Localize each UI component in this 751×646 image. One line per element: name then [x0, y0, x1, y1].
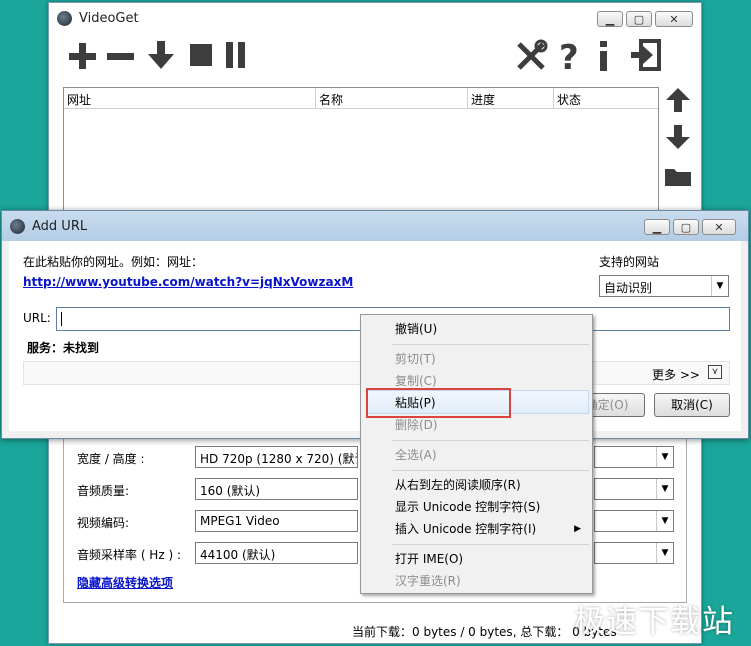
- video-codec-select[interactable]: MPEG1 Video: [195, 510, 358, 532]
- minimize-button[interactable]: ▁: [597, 11, 623, 27]
- dialog-app-icon: [10, 219, 25, 234]
- watermark: 极速下载站: [574, 604, 734, 640]
- column-header-progress[interactable]: 进度: [468, 88, 554, 109]
- exit-icon[interactable]: [629, 39, 663, 73]
- chevron-down-icon: ▼: [656, 447, 673, 467]
- move-up-icon[interactable]: [665, 87, 691, 113]
- window-title: VideoGet: [79, 11, 139, 26]
- menu-item-rtl-reading[interactable]: 从右到左的阅读顺序(R): [364, 474, 589, 496]
- menu-item-open-ime[interactable]: 打开 IME(O): [364, 548, 589, 570]
- expand-icon[interactable]: ⋎: [708, 365, 722, 379]
- audio-quality-label: 音频质量:: [77, 484, 130, 498]
- hide-advanced-link[interactable]: 隐藏高级转换选项: [77, 574, 173, 591]
- minimize-icon: ▁: [605, 12, 615, 26]
- maximize-button[interactable]: ▢: [626, 11, 652, 27]
- dialog-close-button[interactable]: ✕: [702, 219, 736, 235]
- menu-item-reconvert[interactable]: 汉字重选(R): [364, 570, 589, 592]
- info-icon[interactable]: [597, 39, 611, 73]
- menu-item-select-all[interactable]: 全选(A): [364, 444, 589, 466]
- menu-item-insert-unicode-label: 插入 Unicode 控制字符(I): [395, 522, 537, 536]
- menu-separator: [392, 440, 589, 441]
- menu-separator: [392, 344, 589, 345]
- close-icon: ✕: [714, 220, 724, 234]
- menu-separator: [392, 470, 589, 471]
- dialog-title: Add URL: [32, 219, 88, 234]
- menu-item-undo[interactable]: 撤销(U): [364, 318, 589, 340]
- chevron-down-icon: ▼: [656, 479, 673, 499]
- column-header-url[interactable]: 网址: [64, 88, 316, 109]
- sample-rate-label: 音频采样率 ( Hz ) :: [77, 548, 181, 562]
- dialog-maximize-button[interactable]: ▢: [673, 219, 699, 235]
- supported-sites-select[interactable]: 自动识别 ▼: [599, 275, 729, 297]
- svg-text:?: ?: [559, 39, 579, 73]
- close-button[interactable]: ✕: [655, 11, 693, 27]
- resolution-select[interactable]: HD 720p (1280 x 720) (默认: [195, 446, 358, 468]
- video-codec-label: 视频编码:: [77, 516, 130, 530]
- resolution-label: 宽度 / 高度 :: [77, 452, 145, 466]
- menu-item-show-unicode[interactable]: 显示 Unicode 控制字符(S): [364, 496, 589, 518]
- audio-quality-select[interactable]: 160 (默认): [195, 478, 358, 500]
- example-url-link[interactable]: http://www.youtube.com/watch?v=jqNxVowza…: [23, 275, 353, 289]
- sample-rate-select[interactable]: 44100 (默认): [195, 542, 358, 564]
- close-icon: ✕: [669, 12, 679, 26]
- dialog-minimize-button[interactable]: ▁: [644, 219, 670, 235]
- chevron-down-icon: ▼: [711, 276, 728, 296]
- supported-sites-value: 自动识别: [604, 281, 653, 295]
- main-titlebar: VideoGet ▁ ▢ ✕: [49, 3, 701, 33]
- minimize-icon: ▁: [652, 220, 662, 234]
- move-down-icon[interactable]: [665, 124, 691, 150]
- maximize-icon: ▢: [633, 12, 645, 26]
- submenu-arrow-icon: ▶: [574, 524, 581, 534]
- video-codec-select-arrow[interactable]: ▼: [594, 510, 674, 532]
- menu-item-cut[interactable]: 剪切(T): [364, 348, 589, 370]
- tools-icon[interactable]: [514, 39, 548, 73]
- maximize-icon: ▢: [680, 220, 692, 234]
- audio-quality-select-arrow[interactable]: ▼: [594, 478, 674, 500]
- download-icon[interactable]: [146, 39, 176, 71]
- help-icon[interactable]: ?: [557, 39, 581, 73]
- paste-instruction: 在此粘贴你的网址。例如：网址：: [23, 255, 204, 269]
- app-icon: [57, 11, 72, 26]
- more-label[interactable]: 更多 >>: [652, 366, 700, 383]
- resolution-select-arrow[interactable]: ▼: [594, 446, 674, 468]
- column-header-status[interactable]: 状态: [554, 88, 658, 109]
- menu-item-insert-unicode[interactable]: 插入 Unicode 控制字符(I) ▶: [364, 518, 589, 540]
- service-status: 服务：未找到: [27, 341, 100, 355]
- text-caret: [61, 312, 62, 326]
- remove-icon[interactable]: [105, 41, 135, 71]
- dialog-titlebar: Add URL ▁ ▢ ✕: [2, 211, 748, 241]
- sample-rate-select-arrow[interactable]: ▼: [594, 542, 674, 564]
- chevron-down-icon: ▼: [656, 543, 673, 563]
- cancel-button[interactable]: 取消(C): [654, 393, 730, 417]
- folder-icon[interactable]: [664, 165, 692, 187]
- url-label: URL:: [23, 311, 51, 325]
- add-icon[interactable]: [67, 41, 97, 71]
- column-header-name[interactable]: 名称: [316, 88, 468, 109]
- stop-icon[interactable]: [189, 43, 213, 67]
- context-menu: 撤销(U) 剪切(T) 复制(C) 粘贴(P) 删除(D) 全选(A) 从右到左…: [360, 314, 593, 594]
- pause-icon[interactable]: [224, 41, 248, 69]
- menu-separator: [392, 544, 589, 545]
- annotation-highlight-box: [366, 388, 511, 418]
- chevron-down-icon: ▼: [656, 511, 673, 531]
- supported-sites-label: 支持的网站: [599, 255, 660, 269]
